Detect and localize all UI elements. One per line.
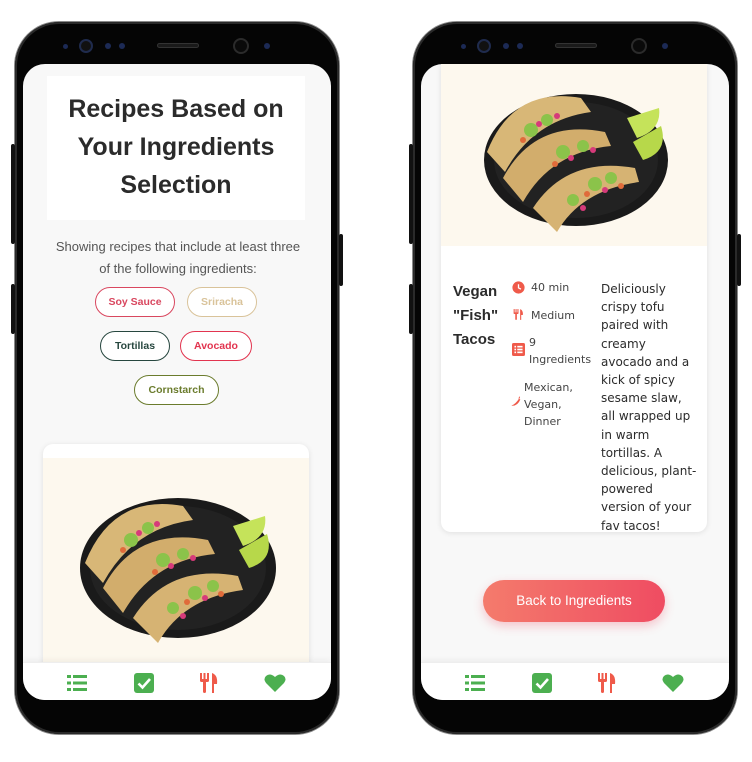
volume-button — [11, 144, 15, 244]
sensor-dot — [264, 43, 270, 49]
bixby-button — [11, 284, 15, 334]
recipe-time: 40 min — [531, 281, 570, 294]
page-title-card: Recipes Based on Your Ingredients Select… — [47, 76, 305, 220]
volume-button — [409, 144, 413, 244]
sensor-dot — [461, 44, 466, 49]
recipe-tags: Mexican, Vegan, Dinner — [524, 381, 573, 428]
recipe-card[interactable] — [43, 444, 309, 684]
clock-icon — [512, 281, 525, 294]
list-icon[interactable] — [65, 671, 89, 695]
recipe-difficulty: Medium — [531, 309, 575, 322]
left-screen: Recipes Based on Your Ingredients Select… — [23, 64, 331, 700]
front-camera — [233, 38, 249, 54]
left-phone: Recipes Based on Your Ingredients Select… — [11, 22, 343, 734]
bottom-navbar — [421, 662, 729, 700]
sensor-dot — [63, 44, 68, 49]
sensor-dot — [105, 43, 111, 49]
list-icon[interactable] — [463, 671, 487, 695]
ingredient-pill-sriracha[interactable]: Sriracha — [187, 287, 257, 317]
power-button — [737, 234, 741, 286]
tacos-image — [80, 498, 276, 643]
back-to-ingredients-button[interactable]: Back to Ingredients — [483, 580, 665, 622]
fork-knife-icon[interactable] — [595, 671, 619, 695]
ingredient-pill-soy-sauce[interactable]: Soy Sauce — [95, 287, 175, 317]
fork-knife-icon — [513, 309, 523, 320]
heart-icon[interactable] — [263, 671, 287, 695]
sensor-dot — [662, 43, 668, 49]
page-title: Recipes Based on Your Ingredients Select… — [68, 95, 284, 199]
recipe-detail-card: Vegan "Fish" Tacos 40 min Medium 9 Ingre… — [441, 64, 707, 532]
iris-scanner — [79, 39, 93, 53]
earpiece-speaker — [157, 43, 199, 48]
sensor-dot — [119, 43, 125, 49]
earpiece-speaker — [555, 43, 597, 48]
checkbox-icon[interactable] — [530, 671, 554, 695]
power-button — [339, 234, 343, 286]
recipe-ingredient-count: 9 Ingredients — [529, 336, 592, 366]
fork-knife-icon[interactable] — [197, 671, 221, 695]
front-camera — [631, 38, 647, 54]
sensor-dot — [517, 43, 523, 49]
ingredients-subtitle: Showing recipes that include at least th… — [55, 239, 301, 276]
bottom-navbar — [23, 662, 331, 700]
ingredient-pill-avocado[interactable]: Avocado — [180, 331, 252, 361]
chili-pepper-icon — [511, 396, 521, 406]
heart-icon[interactable] — [661, 671, 685, 695]
right-phone: Vegan "Fish" Tacos 40 min Medium 9 Ingre… — [409, 22, 741, 734]
right-screen: Vegan "Fish" Tacos 40 min Medium 9 Ingre… — [421, 64, 729, 700]
tacos-image — [484, 94, 668, 232]
list-icon — [512, 343, 525, 356]
recipe-title: Vegan "Fish" Tacos — [453, 283, 499, 348]
sensor-dot — [503, 43, 509, 49]
ingredient-pill-tortillas[interactable]: Tortillas — [100, 331, 170, 361]
checkbox-icon[interactable] — [132, 671, 156, 695]
recipe-description: Deliciously crispy tofu paired with crea… — [601, 282, 697, 532]
iris-scanner — [477, 39, 491, 53]
ingredient-pill-cornstarch[interactable]: Cornstarch — [134, 375, 219, 405]
bixby-button — [409, 284, 413, 334]
